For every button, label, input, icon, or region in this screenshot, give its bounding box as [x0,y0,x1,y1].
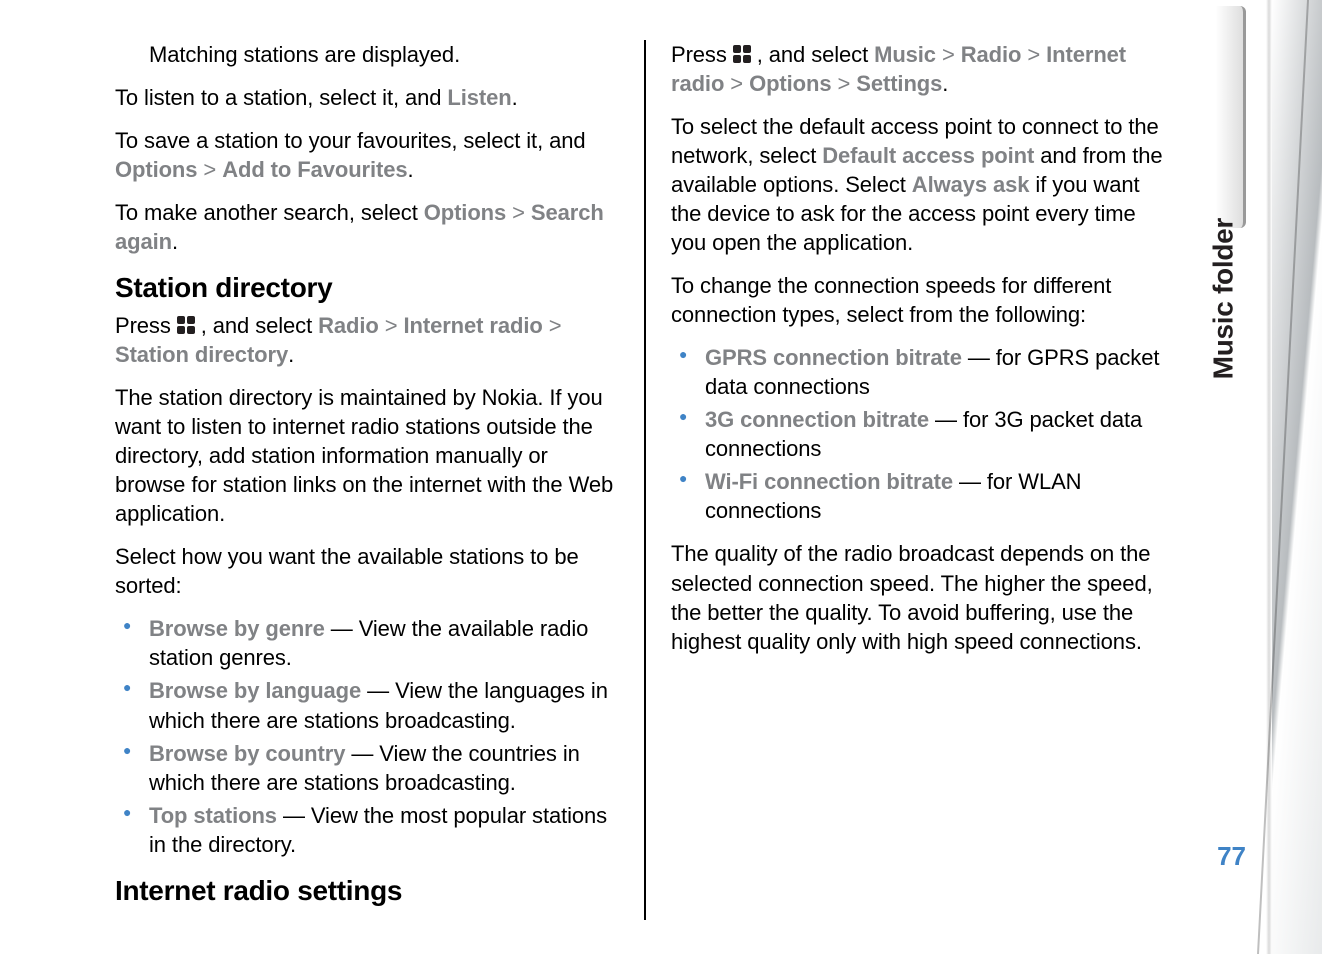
access-point-para: To select the default access point to co… [671,112,1175,257]
station-directory-path: Press , and select Radio > Internet radi… [115,311,619,369]
options-label: Options [424,200,506,225]
text: . [172,229,178,254]
listen-instruction: To listen to a station, select it, and L… [115,83,619,112]
list-item: Browse by language — View the languages … [149,676,619,734]
page-body: Matching stations are displayed. To list… [115,40,1175,920]
option-label: GPRS connection bitrate [705,345,962,370]
separator: > [936,42,961,67]
always-ask-label: Always ask [912,172,1030,197]
menu-key-icon [177,316,195,334]
search-again-instruction: To make another search, select Options >… [115,198,619,256]
radio-label: Radio [318,313,379,338]
listen-label: Listen [447,85,511,110]
settings-path: Press , and select Music > Radio > Inter… [671,40,1175,98]
options-label: Options [115,157,197,182]
list-item: 3G connection bitrate — for 3G packet da… [705,405,1175,463]
menu-key-icon [733,45,751,63]
text: . [408,157,414,182]
speeds-intro: To change the connection speeds for diff… [671,271,1175,329]
text: Press [115,313,177,338]
list-item: Browse by genre — View the available rad… [149,614,619,672]
option-label: 3G connection bitrate [705,407,929,432]
separator: > [543,313,562,338]
text: To listen to a station, select it, and [115,85,447,110]
text: To make another search, select [115,200,424,225]
separator: > [379,313,404,338]
list-item: Top stations — View the most popular sta… [149,801,619,859]
radio-label: Radio [961,42,1022,67]
text: , and select [195,313,318,338]
text: . [942,71,948,96]
page-number: 77 [1204,841,1246,872]
text: . [512,85,518,110]
list-item: GPRS connection bitrate — for GPRS packe… [705,343,1175,401]
separator: > [1021,42,1046,67]
internet-radio-settings-heading: Internet radio settings [115,873,619,910]
save-favourite-instruction: To save a station to your favourites, se… [115,126,619,184]
separator: > [724,71,749,96]
sort-intro: Select how you want the available statio… [115,542,619,600]
section-tab-label: Music folder [1207,218,1239,379]
settings-label: Settings [856,71,942,96]
list-item: Wi-Fi connection bitrate — for WLAN conn… [705,467,1175,525]
text: Press [671,42,733,67]
matching-note: Matching stations are displayed. [149,40,619,69]
station-directory-label: Station directory [115,342,288,367]
text: To save a station to your favourites, se… [115,128,586,153]
separator: > [506,200,531,225]
option-label: Wi-Fi connection bitrate [705,469,953,494]
internet-radio-label: Internet radio [404,313,543,338]
option-label: Browse by country [149,741,345,766]
separator: > [831,71,856,96]
section-tab: Music folder [1197,6,1246,228]
option-label: Top stations [149,803,277,828]
option-label: Browse by genre [149,616,325,641]
options-label: Options [749,71,831,96]
station-directory-heading: Station directory [115,270,619,307]
default-access-point-label: Default access point [822,143,1034,168]
manual-page: Matching stations are displayed. To list… [0,0,1322,954]
page-curl-decoration [1248,0,1322,954]
music-label: Music [874,42,936,67]
separator: > [197,157,222,182]
text: . [288,342,294,367]
option-label: Browse by language [149,678,361,703]
quality-note: The quality of the radio broadcast depen… [671,539,1175,655]
list-item: Browse by country — View the countries i… [149,739,619,797]
text: , and select [751,42,874,67]
bitrate-options-list: GPRS connection bitrate — for GPRS packe… [671,343,1175,525]
add-favourites-label: Add to Favourites [222,157,407,182]
sort-options-list: Browse by genre — View the available rad… [115,614,619,858]
station-directory-description: The station directory is maintained by N… [115,383,619,528]
